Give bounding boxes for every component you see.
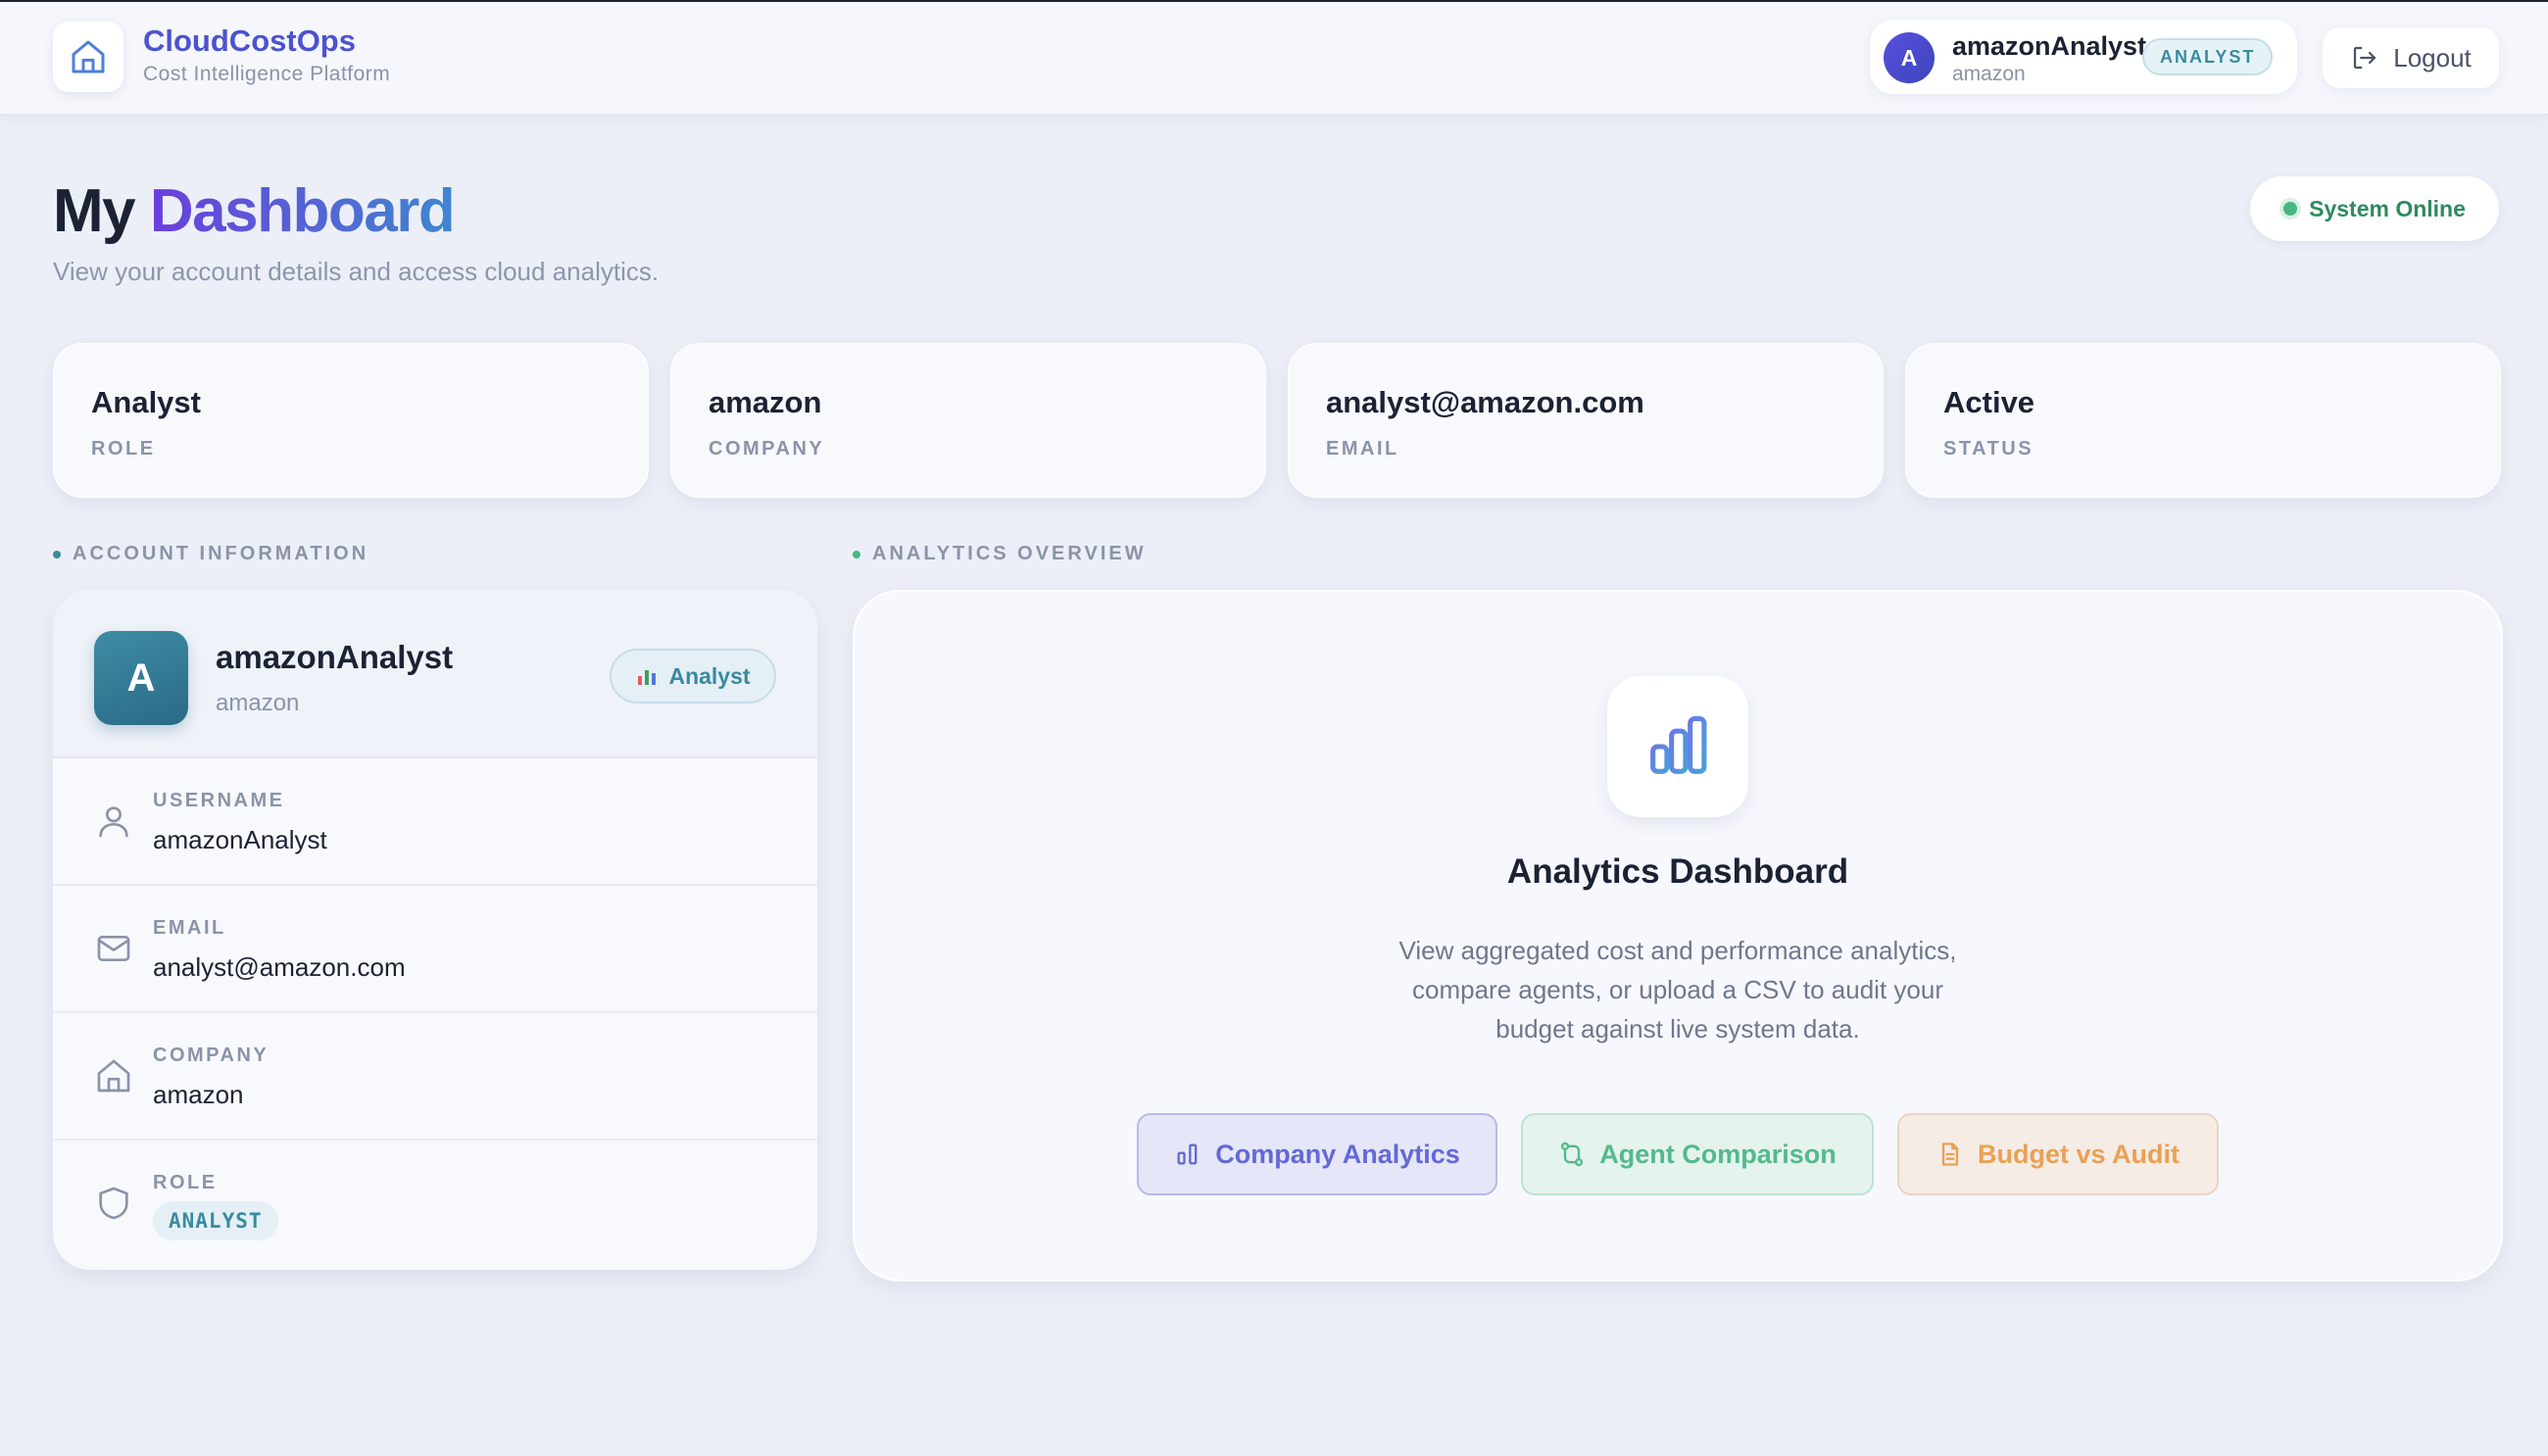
button-label: Budget vs Audit	[1978, 1139, 2180, 1169]
page-title-part1: My	[53, 177, 136, 245]
row-label: ROLE	[153, 1172, 218, 1193]
shield-icon	[99, 1187, 128, 1220]
button-label: Company Analytics	[1215, 1139, 1460, 1169]
row-value: analyst@amazon.com	[153, 952, 406, 982]
section-dot-icon	[853, 550, 860, 558]
stat-card-email: analyst@amazon.com EMAIL	[1288, 343, 1884, 498]
row-label: EMAIL	[153, 917, 226, 939]
row-label: COMPANY	[153, 1044, 270, 1066]
section-title-label: ANALYTICS OVERVIEW	[872, 543, 1147, 564]
stat-label: EMAIL	[1326, 438, 1399, 460]
analytics-overview-card: Analytics Dashboard View aggregated cost…	[853, 590, 2503, 1282]
avatar-large: A	[94, 631, 188, 725]
role-tag: ANALYST	[153, 1201, 278, 1240]
user-icon	[99, 806, 128, 838]
user-name: amazonAnalyst	[1952, 31, 2147, 61]
stat-card-status: Active STATUS	[1905, 343, 2501, 498]
account-row-username: USERNAME amazonAnalyst	[53, 756, 817, 886]
stat-card-role: Analyst ROLE	[53, 343, 649, 498]
company-analytics-button[interactable]: Company Analytics	[1137, 1113, 1497, 1195]
account-company: amazon	[216, 690, 300, 716]
bar-chart-icon	[638, 670, 657, 685]
compare-icon	[1561, 1141, 1584, 1167]
status-dot-icon	[2283, 202, 2298, 216]
logout-label: Logout	[2393, 42, 2472, 73]
analytics-description: View aggregated cost and performance ana…	[1398, 936, 1957, 1043]
brand-tagline: Cost Intelligence Platform	[143, 63, 391, 85]
account-info-card: A amazonAnalyst amazon Analyst USERNAME …	[53, 590, 817, 1270]
logout-icon	[2354, 46, 2376, 70]
user-menu-chip[interactable]: A amazonAnalyst amazon ANALYST	[1870, 20, 2297, 94]
stat-label: COMPANY	[709, 438, 825, 460]
section-dot-icon	[53, 550, 61, 558]
account-row-role: ROLE ANALYST	[53, 1139, 817, 1266]
account-role-badge: Analyst	[610, 649, 776, 704]
top-nav-bar: CloudCostOps Cost Intelligence Platform …	[0, 2, 2548, 116]
stat-card-company: amazon COMPANY	[670, 343, 1266, 498]
section-title-label: ACCOUNT INFORMATION	[73, 543, 369, 564]
row-value: amazon	[153, 1080, 244, 1109]
mail-icon	[97, 936, 130, 961]
stat-value: analyst@amazon.com	[1326, 385, 1644, 419]
budget-vs-audit-button[interactable]: Budget vs Audit	[1897, 1113, 2219, 1195]
section-title-account: ACCOUNT INFORMATION	[53, 543, 368, 565]
building-icon	[97, 1059, 130, 1092]
bar-chart-icon	[1177, 1143, 1198, 1165]
document-icon	[1941, 1142, 1959, 1166]
logout-button[interactable]: Logout	[2323, 27, 2499, 88]
home-icon[interactable]	[53, 22, 123, 92]
stat-label: STATUS	[1943, 438, 2034, 460]
row-value: amazonAnalyst	[153, 825, 327, 854]
agent-comparison-button[interactable]: Agent Comparison	[1521, 1113, 1874, 1195]
row-label: USERNAME	[153, 790, 285, 811]
stat-value: Active	[1943, 385, 2035, 419]
account-row-email: EMAIL analyst@amazon.com	[53, 884, 817, 1013]
account-badge-label: Analyst	[668, 662, 751, 689]
user-company: amazon	[1952, 63, 2026, 85]
page-title-part2: Dashboard	[149, 177, 456, 245]
stat-value: Analyst	[91, 385, 201, 419]
account-card-header: A amazonAnalyst amazon Analyst	[53, 590, 817, 758]
account-row-company: COMPANY amazon	[53, 1011, 817, 1141]
system-status-badge: System Online	[2250, 176, 2499, 241]
stat-value: amazon	[709, 385, 822, 419]
analytics-chart-icon	[1607, 676, 1748, 817]
account-name: amazonAnalyst	[216, 639, 454, 675]
stat-label: ROLE	[91, 438, 156, 460]
analytics-title: Analytics Dashboard	[1506, 852, 1849, 891]
role-badge: ANALYST	[2142, 38, 2274, 75]
avatar: A	[1884, 32, 1935, 83]
system-status-label: System Online	[2309, 195, 2466, 221]
page-subtitle: View your account details and access clo…	[53, 257, 660, 286]
brand-name[interactable]: CloudCostOps	[143, 24, 356, 59]
button-label: Agent Comparison	[1599, 1139, 1837, 1169]
section-title-analytics: ANALYTICS OVERVIEW	[853, 543, 1147, 565]
page-title: My Dashboard	[53, 176, 456, 246]
